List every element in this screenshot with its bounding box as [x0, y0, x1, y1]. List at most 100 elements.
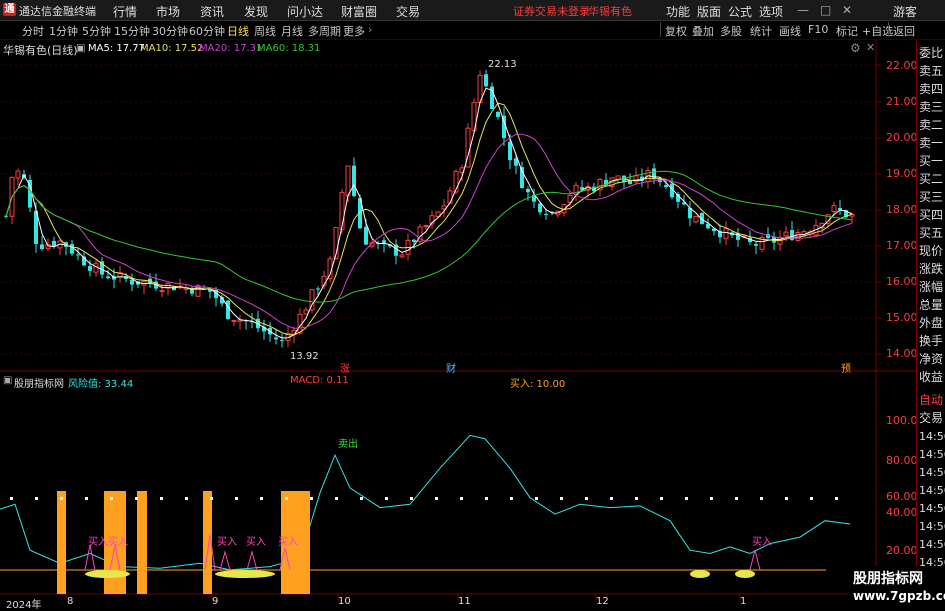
btn-f10[interactable]: F10 — [808, 23, 828, 36]
candle-body — [447, 190, 453, 204]
signal-dot — [535, 497, 538, 500]
event-cai-marker[interactable]: 财 — [446, 360, 456, 375]
date-tick: 12 — [596, 596, 609, 607]
event-yu-marker[interactable]: 预 — [841, 360, 851, 375]
signal-dot — [310, 497, 313, 500]
price-tick: 17.00 — [886, 239, 918, 252]
panel-label: 买五 — [919, 226, 944, 240]
price-tick: 19.00 — [886, 167, 918, 180]
tab-30min[interactable]: 30分钟 — [152, 23, 188, 39]
candle-body — [280, 340, 284, 342]
candle-body — [231, 319, 237, 322]
candle-body — [40, 244, 44, 250]
tab-60min[interactable]: 60分钟 — [189, 23, 225, 39]
risk-line — [0, 434, 851, 571]
legend-ma10: MA10: 17.52 — [140, 43, 204, 54]
event-zhang-marker[interactable]: 涨 — [340, 360, 350, 375]
close-icon[interactable]: ✕ — [842, 3, 852, 17]
candle-body — [508, 141, 512, 161]
tab-more-arrow-icon[interactable]: › — [368, 23, 372, 36]
btn-overlay[interactable]: 叠加 — [692, 23, 714, 39]
tab-1min[interactable]: 1分钟 — [49, 23, 78, 39]
panel-label: 卖四 — [919, 82, 944, 96]
sub-legend-box-icon[interactable]: ▣ — [3, 375, 12, 386]
btn-statistics[interactable]: 统计 — [750, 23, 772, 39]
tab-intraday[interactable]: 分时 — [22, 23, 44, 39]
candle-body — [274, 337, 278, 340]
guest-button[interactable]: 游客 — [893, 3, 917, 20]
candle-body — [159, 290, 165, 293]
candle-body — [316, 288, 320, 290]
btn-draw-line[interactable]: 画线 — [779, 23, 801, 39]
menu-wealth[interactable]: 财富圈 — [341, 3, 377, 20]
signal-dot — [260, 497, 263, 500]
tab-daily[interactable]: 日线 — [227, 23, 249, 39]
tab-monthly[interactable]: 月线 — [281, 23, 303, 39]
signal-dot — [610, 497, 613, 500]
tab-weekly[interactable]: 周线 — [254, 23, 276, 39]
minimize-icon[interactable]: — — [797, 3, 809, 17]
menu-ask[interactable]: 问小达 — [287, 3, 323, 20]
low-zone-fill — [215, 570, 275, 578]
candle-body — [783, 231, 789, 237]
tick-time: 14:56 — [919, 538, 945, 551]
signal-dot — [85, 497, 88, 500]
panel-label: 买二 — [919, 172, 944, 186]
signal-dot — [335, 497, 338, 500]
signal-dot — [510, 497, 513, 500]
menu-formula[interactable]: 公式 — [728, 3, 752, 20]
panel-label: 涨跌 — [919, 262, 944, 276]
tab-5min[interactable]: 5分钟 — [82, 23, 111, 39]
menu-layout[interactable]: 版面 — [697, 3, 721, 20]
btn-back[interactable]: 返回 — [893, 23, 915, 39]
indicator-macd: MACD: 0.11 — [290, 375, 349, 386]
legend-box-icon[interactable]: ▣ — [76, 43, 85, 54]
panel-label: 涨幅 — [919, 280, 944, 294]
gear-icon[interactable]: ⚙ — [850, 41, 861, 55]
sub-tick: 100.0 — [886, 414, 918, 427]
login-status[interactable]: 证券交易未登录 — [513, 3, 590, 19]
tab-more[interactable]: 更多 — [343, 23, 365, 39]
indicator-buy: 买入: 10.00 — [510, 379, 566, 390]
menu-options[interactable]: 选项 — [759, 3, 783, 20]
buy-signal-label: 买入 — [246, 537, 266, 548]
price-tick: 18.00 — [886, 203, 918, 216]
btn-restore-rights[interactable]: 复权 — [665, 23, 687, 39]
candle-body — [693, 215, 699, 223]
chart-close-icon[interactable]: ✕ — [866, 41, 875, 54]
candle-body — [352, 165, 356, 197]
buy-spike — [84, 544, 96, 571]
tab-multi-period[interactable]: 多周期 — [308, 23, 341, 39]
menu-discover[interactable]: 发现 — [244, 3, 268, 20]
tick-time: 14:56 — [919, 448, 945, 461]
candle-body — [526, 188, 530, 193]
candle-body — [544, 214, 548, 216]
price-tick: 16.00 — [886, 275, 918, 288]
menu-market[interactable]: 市场 — [156, 3, 180, 20]
candle-body — [399, 254, 405, 258]
sub-tick: 80.00 — [886, 454, 918, 467]
low-zone-fill — [85, 570, 130, 578]
auto-trade-toggle[interactable]: 自动 — [919, 391, 943, 409]
candle-body — [423, 225, 429, 228]
menu-news[interactable]: 资讯 — [200, 3, 224, 20]
panel-label: 总量 — [919, 298, 944, 312]
kline-chart-area[interactable] — [0, 40, 916, 609]
trade-label[interactable]: 交易 — [919, 409, 943, 427]
date-tick: 9 — [212, 596, 219, 607]
panel-label: 卖一 — [919, 136, 944, 150]
ma5-line — [5, 87, 853, 339]
menu-quotes[interactable]: 行情 — [113, 3, 137, 20]
tab-15min[interactable]: 15分钟 — [114, 23, 150, 39]
btn-mark[interactable]: 标记 — [836, 23, 858, 39]
menu-function[interactable]: 功能 — [666, 3, 690, 20]
btn-multi-stock[interactable]: 多股 — [720, 23, 742, 39]
tab-divider — [660, 22, 661, 37]
maximize-icon[interactable]: □ — [820, 3, 831, 17]
indicator-risk: 风险值: 33.44 — [68, 379, 134, 390]
menu-trade[interactable]: 交易 — [396, 3, 420, 20]
signal-dot — [435, 497, 438, 500]
app-name: 通达信金融终端 — [19, 5, 96, 18]
panel-label: 外盘 — [919, 316, 944, 330]
candle-body — [496, 111, 500, 118]
